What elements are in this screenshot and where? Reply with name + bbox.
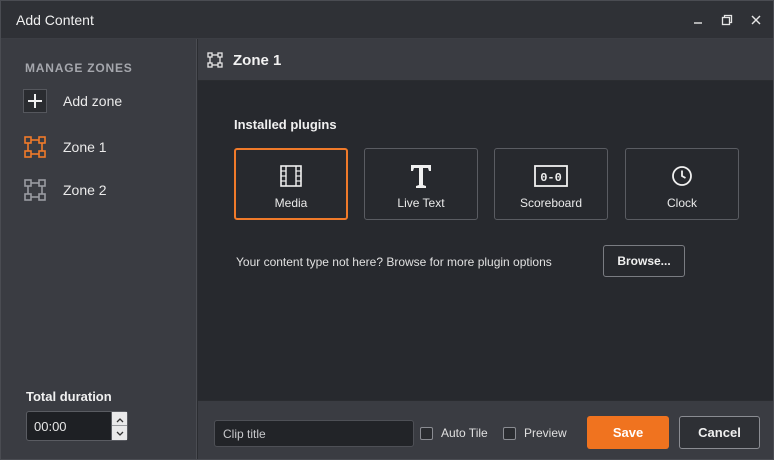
auto-tile-checkbox[interactable]: Auto Tile	[420, 426, 488, 440]
installed-plugins-heading: Installed plugins	[234, 117, 337, 132]
title-bar: Add Content	[1, 1, 773, 39]
duration-stepper	[26, 411, 128, 441]
plugin-scoreboard[interactable]: 0-0 Scoreboard	[494, 148, 608, 220]
plugin-clock[interactable]: Clock	[625, 148, 739, 220]
duration-spin	[111, 412, 127, 440]
zone-icon	[23, 135, 47, 159]
film-icon	[236, 163, 346, 189]
plugin-content: Installed plugins Media Live Text 0-0 Sc…	[198, 81, 773, 400]
auto-tile-label: Auto Tile	[441, 426, 488, 440]
scoreboard-icon: 0-0	[495, 163, 607, 189]
plugin-clock-label: Clock	[666, 196, 697, 210]
zone-title: Zone 1	[233, 52, 282, 69]
restore-button[interactable]	[717, 10, 737, 30]
sidebar: MANAGE ZONES Add zone Zone 1 Zone 2 Tota…	[1, 39, 197, 459]
add-content-window: Add Content MANAGE ZONES Add zone Zone 1…	[0, 0, 774, 460]
minimize-icon	[692, 14, 704, 26]
zone-icon	[23, 178, 47, 202]
minimize-button[interactable]	[688, 10, 708, 30]
save-button[interactable]: Save	[587, 416, 669, 449]
close-button[interactable]	[746, 10, 766, 30]
add-zone-label: Add zone	[63, 93, 123, 109]
clip-title-input[interactable]	[214, 420, 414, 447]
zone-2-label: Zone 2	[63, 182, 107, 198]
total-duration-label: Total duration	[26, 389, 112, 404]
plugin-live-text-label: Live Text	[397, 196, 445, 210]
preview-checkbox[interactable]: Preview	[503, 426, 567, 440]
zone-header: Zone 1	[198, 39, 773, 81]
scoreboard-glyph: 0-0	[540, 171, 562, 185]
duration-input[interactable]	[27, 412, 111, 440]
plugin-scoreboard-label: Scoreboard	[519, 196, 583, 210]
restore-icon	[721, 14, 733, 26]
plugin-media-label: Media	[274, 196, 308, 210]
window-title: Add Content	[16, 12, 94, 28]
preview-label: Preview	[524, 426, 567, 440]
plugin-media[interactable]: Media	[234, 148, 348, 220]
decrement-button[interactable]	[112, 426, 127, 440]
text-icon	[365, 163, 477, 189]
manage-zones-heading: MANAGE ZONES	[25, 61, 133, 75]
plus-icon	[23, 89, 47, 113]
add-zone-button[interactable]: Add zone	[15, 83, 183, 119]
auto-tile-checkbox-box[interactable]	[420, 426, 433, 440]
zone-icon	[207, 52, 223, 73]
plugin-live-text[interactable]: Live Text	[364, 148, 478, 220]
footer-bar: Auto Tile Preview Save Cancel	[198, 400, 773, 459]
zone-1-label: Zone 1	[63, 139, 107, 155]
sidebar-item-zone-2[interactable]: Zone 2	[15, 172, 183, 208]
browse-hint-text: Your content type not here? Browse for m…	[236, 255, 552, 269]
sidebar-item-zone-1[interactable]: Zone 1	[15, 129, 183, 165]
chevron-down-icon	[116, 424, 124, 442]
close-icon	[750, 14, 762, 26]
preview-checkbox-box[interactable]	[503, 426, 516, 440]
cancel-button[interactable]: Cancel	[679, 416, 760, 449]
browse-button[interactable]: Browse...	[603, 245, 685, 277]
clock-icon	[626, 163, 738, 189]
